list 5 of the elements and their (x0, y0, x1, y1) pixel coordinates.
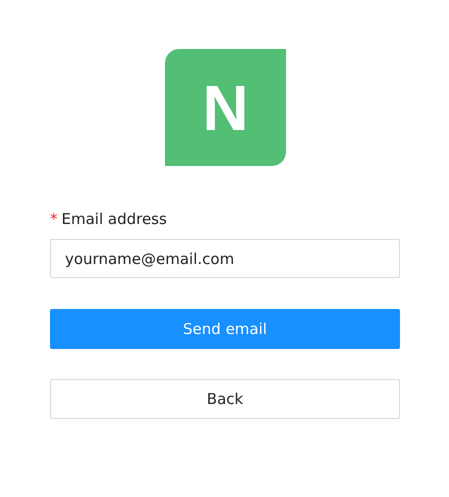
email-field[interactable]: yourname@email.com (50, 239, 400, 278)
logo: N (165, 49, 286, 166)
back-button[interactable]: Back (50, 379, 400, 419)
field-label: Email address (62, 210, 167, 228)
required-mark: * (50, 210, 58, 228)
